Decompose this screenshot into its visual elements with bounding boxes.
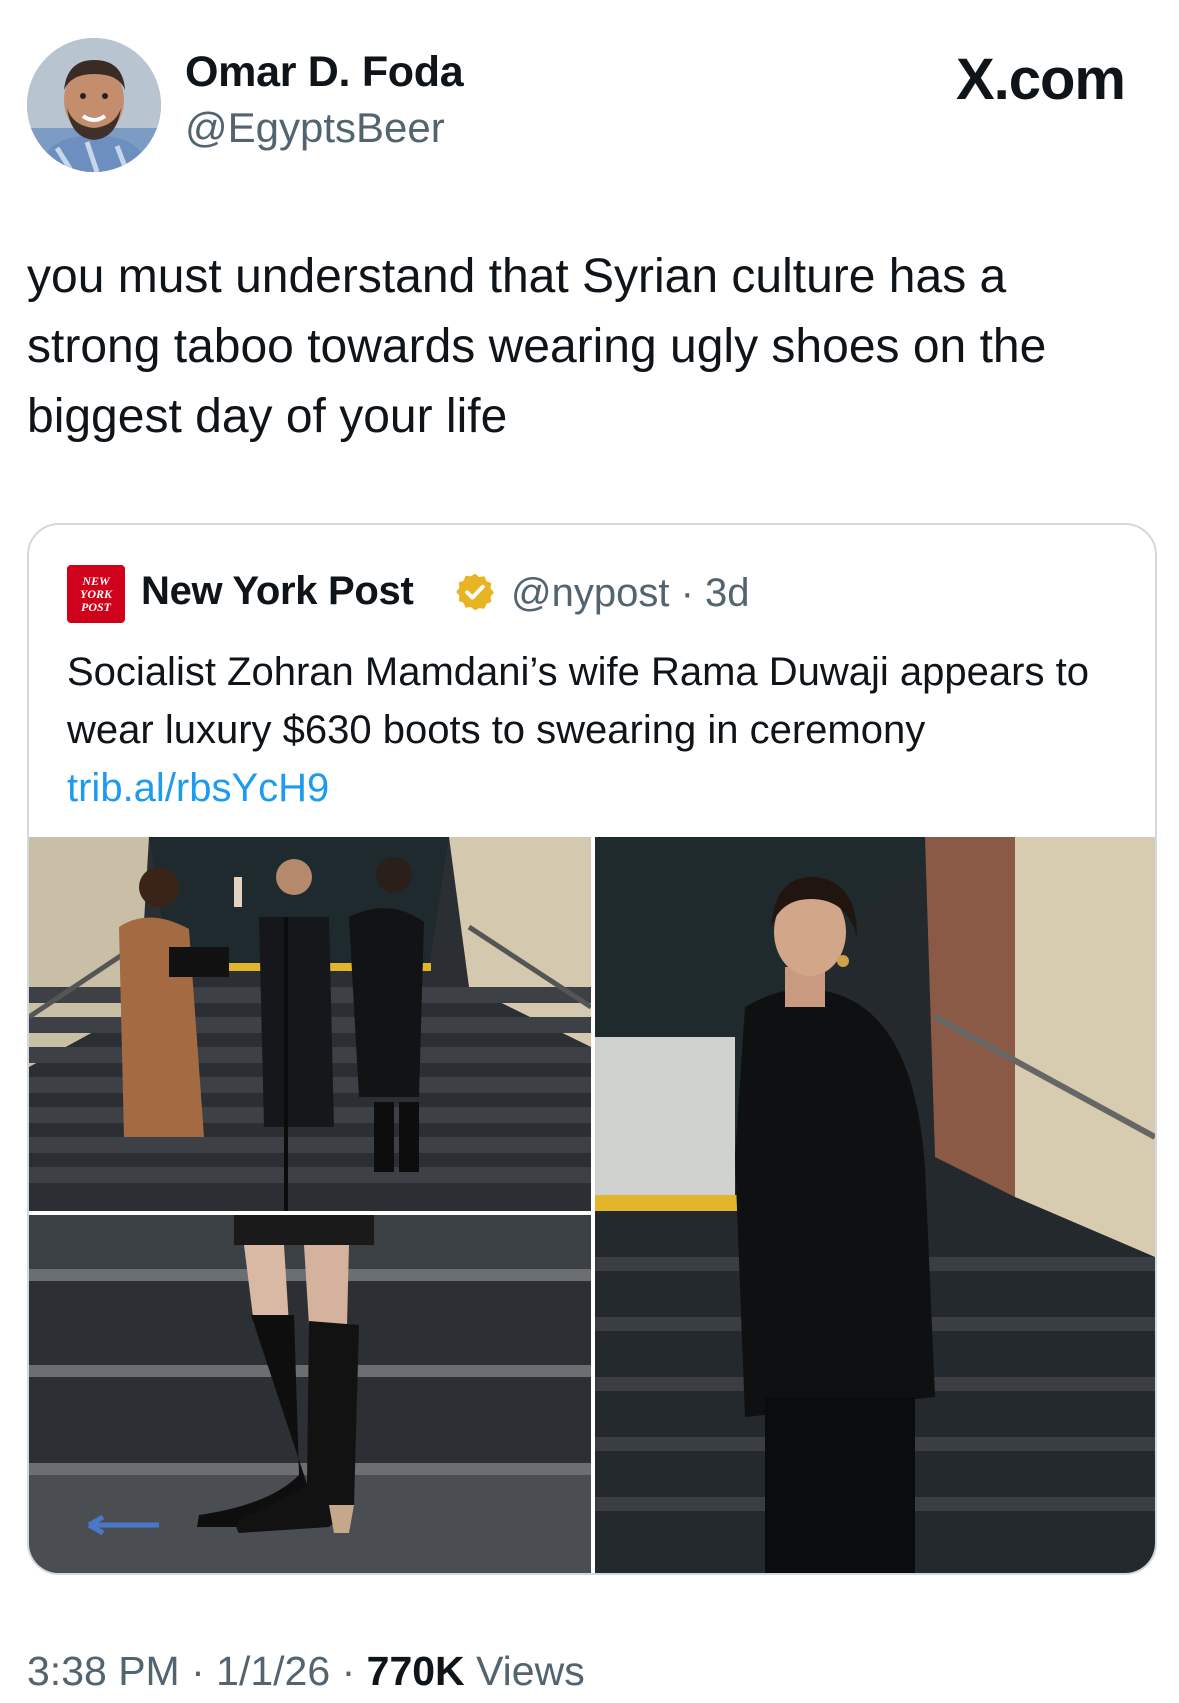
quoted-meta: @nypost · 3d	[511, 571, 750, 616]
quoted-link[interactable]: trib.al/rbsYcH9	[67, 766, 329, 810]
author-name[interactable]: Omar D. Foda	[185, 48, 464, 97]
black-boots-closeup-photo[interactable]	[29, 1215, 591, 1573]
swearing-in-ceremony-photo[interactable]	[29, 837, 591, 1211]
quoted-age[interactable]: 3d	[705, 571, 750, 615]
gold-verified-badge-icon	[456, 573, 494, 611]
separator: ·	[191, 1648, 205, 1694]
quoted-post-card[interactable]: NEW YORK POST New York Post @nypost · 3d…	[27, 523, 1157, 1575]
tweet-footer: 3:38 PM · 1/1/26 · 770K Views	[27, 1648, 585, 1695]
tweet-date[interactable]: 1/1/26	[216, 1648, 330, 1694]
quoted-body: Socialist Zohran Mamdani’s wife Rama Duw…	[67, 650, 1089, 752]
views-label: Views	[476, 1648, 585, 1694]
quoted-text: Socialist Zohran Mamdani’s wife Rama Duw…	[67, 643, 1127, 817]
views-count[interactable]: 770K	[367, 1648, 465, 1694]
site-label: X.com	[955, 47, 1126, 112]
separator: ·	[680, 571, 694, 615]
black-boots-closeup-photo-icon	[29, 1215, 591, 1573]
woman-in-black-coat-photo-icon	[595, 837, 1155, 1573]
quoted-author-name[interactable]: New York Post	[141, 569, 414, 614]
tweet-time[interactable]: 3:38 PM	[27, 1648, 180, 1694]
author-handle[interactable]: @EgyptsBeer	[185, 104, 445, 152]
author-avatar[interactable]	[27, 38, 161, 172]
separator: ·	[341, 1648, 356, 1694]
logo-line: POST	[81, 600, 111, 614]
woman-in-black-coat-photo[interactable]	[595, 837, 1155, 1573]
profile-photo-icon	[27, 38, 161, 172]
tweet-text: you must understand that Syrian culture …	[27, 250, 1047, 443]
swearing-in-ceremony-photo-icon	[29, 837, 591, 1211]
nypost-logo-icon: NEW YORK POST	[67, 565, 125, 623]
quoted-handle[interactable]: @nypost	[511, 571, 669, 615]
media-grid	[29, 837, 1155, 1573]
